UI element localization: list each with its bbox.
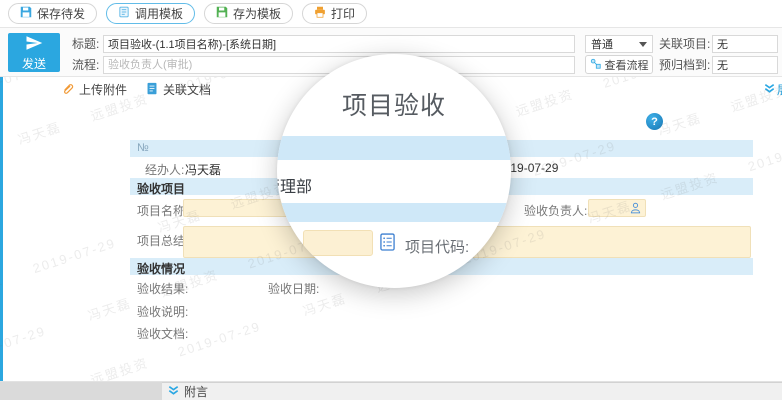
footer-bar: 附言 <box>0 382 782 400</box>
owner-label: 验收负责人: <box>524 202 587 219</box>
postscript-label: 附言 <box>184 383 208 400</box>
prearchive-label: 预归档到: <box>659 56 710 74</box>
save-green-icon <box>216 6 228 21</box>
result-label: 验收结果: <box>137 280 188 297</box>
view-flow-label: 查看流程 <box>605 57 649 73</box>
related-project-input[interactable] <box>712 35 778 53</box>
save-icon <box>20 6 32 21</box>
title-label: 标题: <box>72 35 99 53</box>
postscript-bar[interactable]: 附言 <box>162 382 782 400</box>
view-flow-button[interactable]: 查看流程 <box>585 55 653 74</box>
send-label: 发送 <box>22 55 46 72</box>
magnified-header-bar <box>277 136 511 160</box>
print-button[interactable]: 打印 <box>302 3 367 24</box>
priority-select[interactable]: 普通 <box>585 35 653 53</box>
magnified-form-title: 项目验收 <box>277 86 511 122</box>
chevron-double-down-icon <box>764 83 775 97</box>
summary-label: 项目总结: <box>137 232 188 249</box>
toolbar: 保存待发 调用模板 存为模板 打印 <box>0 0 782 28</box>
accept-date-label: 验收日期: <box>268 280 319 297</box>
person-picker-icon[interactable] <box>630 202 641 217</box>
template-doc-icon <box>118 6 130 21</box>
help-icon[interactable]: ? <box>646 113 663 130</box>
priority-value: 普通 <box>591 36 613 52</box>
prearchive-input[interactable] <box>712 56 778 74</box>
use-template-label: 调用模板 <box>135 5 183 22</box>
owner-input[interactable] <box>588 199 646 217</box>
paperclip-icon <box>62 82 74 98</box>
use-template-button[interactable]: 调用模板 <box>106 3 195 24</box>
section-project-title: 验收项目 <box>137 180 185 197</box>
footer-left-panel <box>0 382 162 400</box>
form-number-label: № <box>137 142 149 154</box>
handler-label: 经办人: <box>145 161 184 178</box>
magnified-input-field <box>303 230 373 256</box>
document-icon <box>146 82 158 98</box>
handler-name: 冯天磊 <box>185 161 221 178</box>
save-draft-button[interactable]: 保存待发 <box>8 3 97 24</box>
panel-accent-edge <box>0 77 3 382</box>
printer-icon <box>314 6 326 21</box>
magnified-project-code-label: 项目代码: <box>405 236 469 257</box>
flow-label: 流程: <box>72 56 99 74</box>
save-template-button[interactable]: 存为模板 <box>204 3 293 24</box>
link-document-link[interactable]: 关联文档 <box>146 81 211 98</box>
related-project-label: 关联项目: <box>659 35 710 53</box>
save-template-label: 存为模板 <box>233 5 281 22</box>
save-draft-label: 保存待发 <box>37 5 85 22</box>
upload-attachment-link[interactable]: 上传附件 <box>62 81 127 98</box>
magnified-department-text: 管理部 <box>277 173 312 197</box>
print-label: 打印 <box>331 5 355 22</box>
flow-icon <box>590 58 601 72</box>
magnifier-overlay: 项目验收 管理部 项目代码: <box>277 54 511 288</box>
upload-attachment-label: 上传附件 <box>79 81 127 98</box>
chevron-down-icon <box>639 42 647 47</box>
title-input[interactable] <box>103 35 575 53</box>
project-code-icon <box>380 233 395 254</box>
send-button[interactable]: 发送 <box>8 33 60 72</box>
expand-button[interactable]: 展 <box>764 81 782 98</box>
paper-plane-icon <box>24 34 44 55</box>
section-status-title: 验收情况 <box>137 260 185 277</box>
magnified-section-bar <box>277 203 511 222</box>
doc-label: 验收文档: <box>137 325 188 342</box>
expand-label: 展 <box>777 81 782 98</box>
chevron-double-down-icon <box>168 385 179 399</box>
note-label: 验收说明: <box>137 303 188 320</box>
link-document-label: 关联文档 <box>163 81 211 98</box>
project-name-label: 项目名称: <box>137 202 188 219</box>
app-window: 保存待发 调用模板 存为模板 打印 发送 标题: 普通 关联项目: 流程: <box>0 0 782 400</box>
